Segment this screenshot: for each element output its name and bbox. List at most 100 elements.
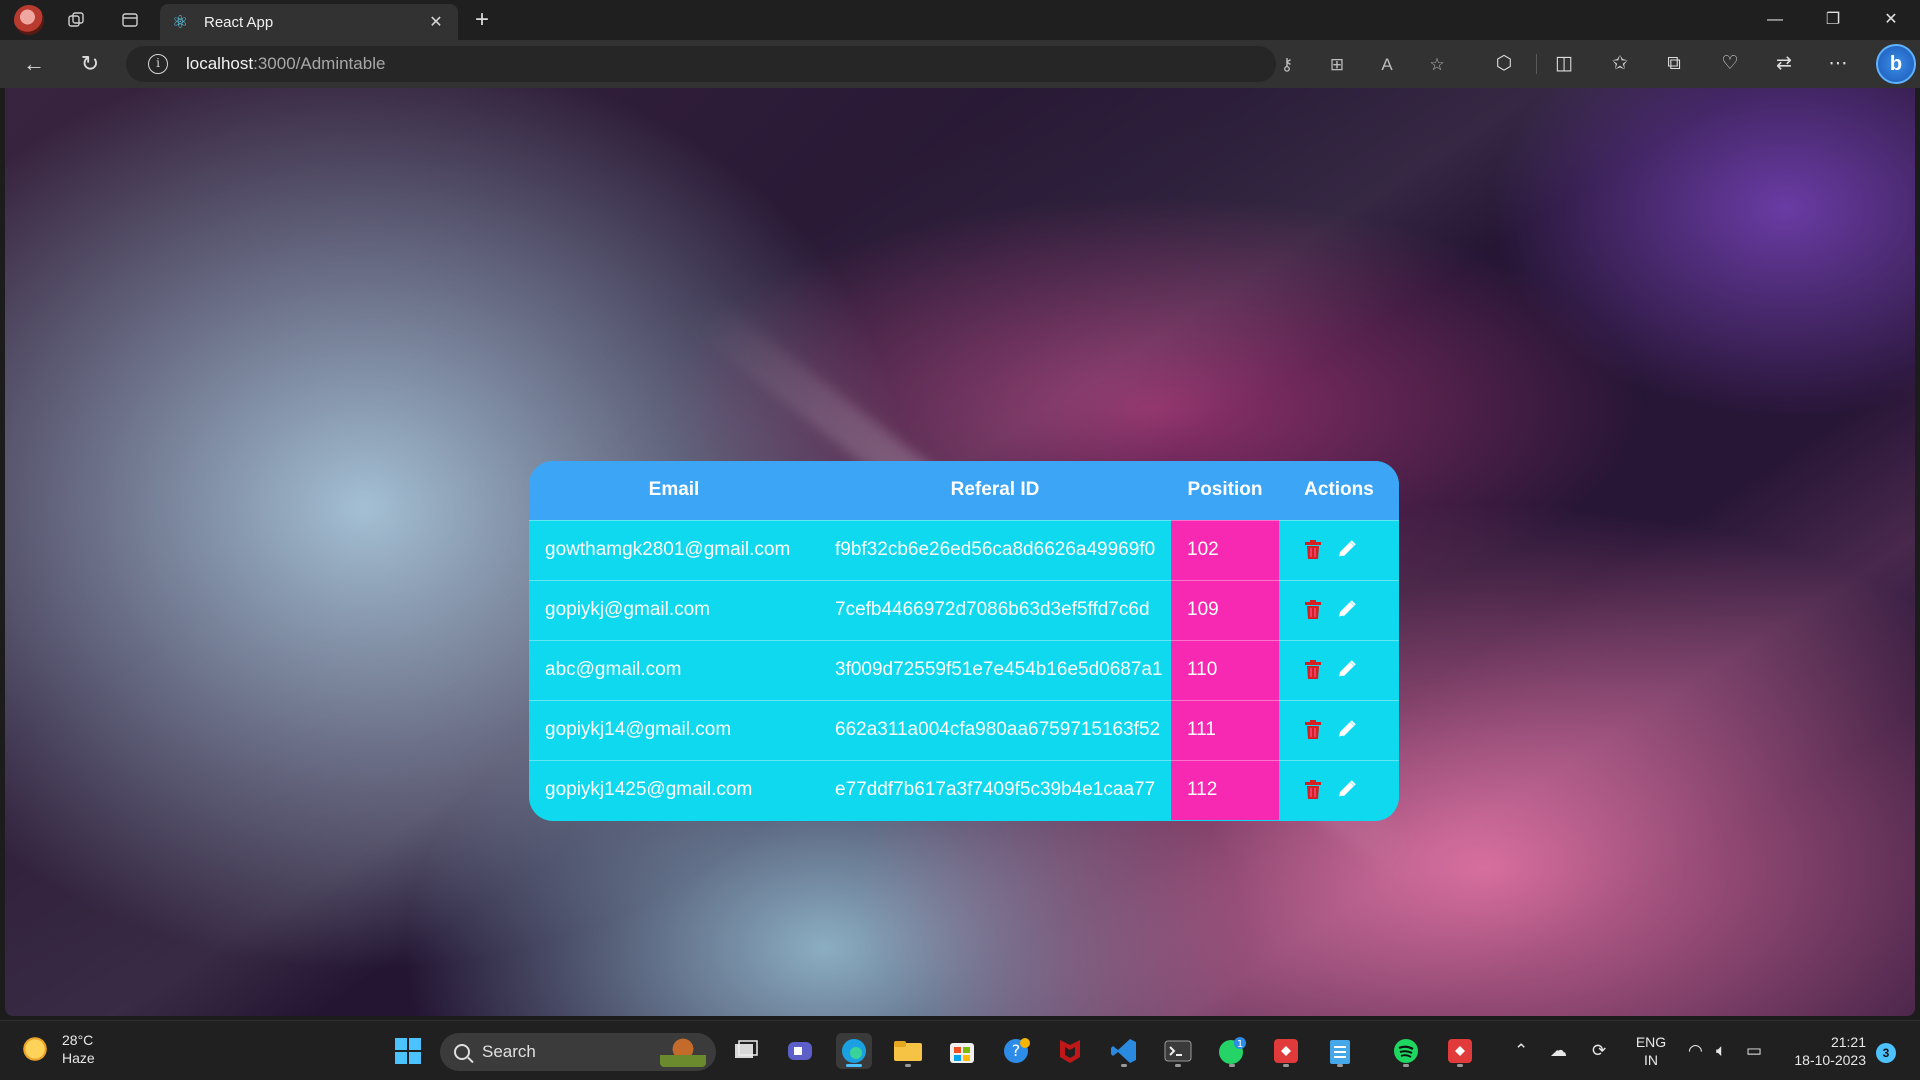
position-cell: 109	[1171, 580, 1279, 640]
teams-chat-icon[interactable]	[782, 1033, 818, 1069]
start-button[interactable]	[390, 1033, 426, 1069]
referal-id-cell: e77ddf7b617a3f7409f5c39b4e1caa77	[835, 779, 1156, 801]
restore-button[interactable]: ❐	[1810, 6, 1856, 34]
admin-table-card: Email Referal ID Position Actions gowtha…	[529, 461, 1399, 821]
minimize-button[interactable]: —	[1752, 6, 1798, 34]
position-cell: 110	[1171, 640, 1279, 700]
wifi-icon[interactable]: ◠	[1688, 1041, 1703, 1061]
actions-cell	[1279, 700, 1399, 760]
split-screen-icon[interactable]: ◫	[1550, 50, 1578, 78]
language-code: ENG	[1635, 1034, 1667, 1050]
edit-pencil-icon[interactable]	[1335, 779, 1357, 801]
table-body: gowthamgk2801@gmail.com f9bf32cb6e26ed56c…	[529, 520, 1399, 820]
task-view-icon[interactable]	[728, 1033, 764, 1069]
edit-pencil-icon[interactable]	[1335, 599, 1357, 621]
favorite-star-icon[interactable]: ☆	[1426, 54, 1448, 76]
key-icon[interactable]: ⚷	[1276, 54, 1298, 76]
delete-trash-icon[interactable]	[1303, 779, 1325, 801]
email-cell: gopiykj@gmail.com	[545, 599, 711, 620]
svg-text:?: ?	[1012, 1041, 1021, 1060]
header-referal-id: Referal ID	[950, 479, 1040, 501]
more-options-icon[interactable]: ⋯	[1824, 50, 1852, 78]
volume-icon[interactable]: 🔈︎	[1716, 1041, 1726, 1061]
share-icon[interactable]: ⇄	[1770, 50, 1798, 78]
vscode-icon[interactable]	[1106, 1033, 1142, 1069]
page-background: Email Referal ID Position Actions gowtha…	[5, 88, 1915, 1016]
file-explorer-icon[interactable]	[890, 1033, 926, 1069]
git-app-icon-2[interactable]	[1442, 1033, 1478, 1069]
weather-sun-icon	[20, 1034, 50, 1064]
whatsapp-icon[interactable]: 1	[1214, 1033, 1250, 1069]
get-help-icon[interactable]: ?	[998, 1033, 1034, 1069]
notepad-icon[interactable]	[1322, 1033, 1358, 1069]
running-indicator	[1457, 1064, 1463, 1067]
site-info-icon[interactable]: i	[148, 54, 168, 74]
extensions-icon[interactable]: ⬡	[1490, 50, 1518, 78]
browser-toolbar: ← ↻ i localhost:3000/Admintable ⚷ ⊞ A ☆ …	[0, 40, 1920, 88]
region-code: IN	[1644, 1052, 1658, 1068]
edit-pencil-icon[interactable]	[1335, 719, 1357, 741]
refresh-icon[interactable]: ↻	[76, 50, 104, 78]
delete-trash-icon[interactable]	[1303, 659, 1325, 681]
microsoft-store-icon[interactable]	[944, 1033, 980, 1069]
delete-trash-icon[interactable]	[1303, 599, 1325, 621]
running-indicator	[1283, 1064, 1289, 1067]
read-aloud-icon[interactable]: A	[1376, 54, 1398, 76]
mcafee-icon[interactable]	[1052, 1033, 1088, 1069]
vertical-tabs-icon[interactable]	[118, 8, 142, 32]
battery-icon[interactable]: ▭	[1746, 1041, 1762, 1061]
edit-pencil-icon[interactable]	[1335, 539, 1357, 561]
weather-widget[interactable]: 28°C Haze	[20, 1031, 95, 1067]
onedrive-icon[interactable]: ☁	[1550, 1041, 1567, 1061]
table-header-row: Email Referal ID Position Actions	[529, 461, 1399, 520]
delete-trash-icon[interactable]	[1303, 719, 1325, 741]
apps-grid-icon[interactable]: ⊞	[1326, 54, 1348, 76]
tab-react-app[interactable]: ⚛ React App ✕	[160, 4, 458, 40]
edit-pencil-icon[interactable]	[1335, 659, 1357, 681]
clock-date: 18-10-2023	[1794, 1052, 1866, 1068]
referal-id-cell: 7cefb4466972d7086b63d3ef5ffd7c6d	[835, 599, 1150, 620]
favorites-icon[interactable]: ✩	[1606, 50, 1634, 78]
chevron-up-icon[interactable]: ⌃	[1514, 1041, 1528, 1061]
email-cell: gopiykj1425@gmail.com	[545, 779, 753, 801]
edge-browser-icon[interactable]	[836, 1033, 872, 1069]
taskbar: 28°C Haze Search ? 1 ⌃ ☁ ⟳ ENG IN ◠ 🔈︎ ▭…	[0, 1020, 1920, 1080]
new-tab-button[interactable]: +	[468, 6, 496, 34]
search-label: Search	[482, 1042, 536, 1061]
running-indicator	[1403, 1064, 1409, 1067]
spotify-icon[interactable]	[1388, 1033, 1424, 1069]
terminal-icon[interactable]	[1160, 1033, 1196, 1069]
admin-table: Email Referal ID Position Actions gowtha…	[529, 461, 1399, 820]
profile-avatar[interactable]	[14, 5, 44, 35]
git-app-icon[interactable]	[1268, 1033, 1304, 1069]
close-window-button[interactable]: ✕	[1868, 6, 1914, 34]
browser-essentials-icon[interactable]: ♡	[1716, 50, 1744, 78]
running-indicator	[905, 1064, 911, 1067]
running-indicator	[846, 1064, 862, 1067]
url-host: localhost	[186, 54, 254, 73]
browser-title-bar: ⚛ React App ✕ + — ❐ ✕	[0, 0, 1920, 40]
email-cell: gowthamgk2801@gmail.com	[545, 539, 791, 560]
email-cell: gopiykj14@gmail.com	[545, 719, 732, 740]
table-row: gopiykj1425@gmail.com e77ddf7b617a3f7409f…	[529, 760, 1399, 820]
notification-badge[interactable]: 3	[1876, 1043, 1896, 1063]
header-email: Email	[648, 479, 700, 501]
url-path: :3000/Admintable	[253, 54, 386, 73]
language-indicator[interactable]: ENG IN	[1634, 1033, 1668, 1069]
table-row: gopiykj14@gmail.com 662a311a004cfa980aa67…	[529, 700, 1399, 760]
react-icon: ⚛	[172, 11, 189, 32]
workspaces-icon[interactable]	[64, 8, 88, 32]
position-cell: 111	[1171, 700, 1279, 760]
sync-icon[interactable]: ⟳	[1592, 1041, 1606, 1061]
header-position: Position	[1187, 479, 1263, 501]
table-row: abc@gmail.com 3f009d72559f51e7e454b16e5d0…	[529, 640, 1399, 700]
address-bar[interactable]: i localhost:3000/Admintable ⚷ ⊞ A ☆	[126, 46, 1445, 82]
collections-icon[interactable]: ⧉	[1660, 50, 1688, 78]
taskbar-search[interactable]: Search	[440, 1033, 716, 1071]
running-indicator	[1337, 1064, 1343, 1067]
close-tab-icon[interactable]: ✕	[426, 12, 446, 32]
copilot-icon[interactable]: b	[1876, 44, 1916, 84]
back-arrow-icon[interactable]: ←	[20, 50, 48, 78]
delete-trash-icon[interactable]	[1303, 539, 1325, 561]
clock[interactable]: 21:21 18-10-2023	[1782, 1033, 1866, 1069]
